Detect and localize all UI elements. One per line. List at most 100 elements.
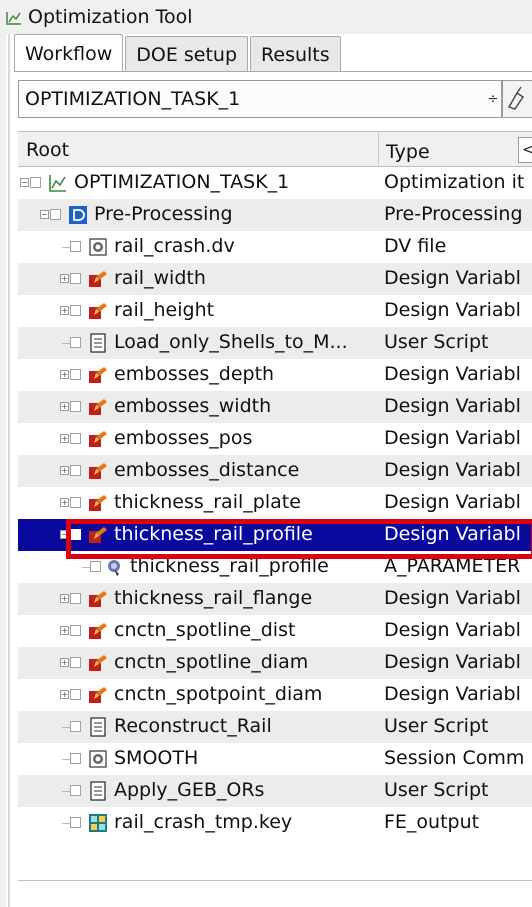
row-checkbox[interactable] bbox=[70, 433, 81, 444]
row-checkbox[interactable] bbox=[30, 177, 41, 188]
tree-item-name: cnctn_spotline_dist bbox=[114, 619, 296, 641]
tree-row[interactable]: + cnctn_spotline_dist Design Variabl bbox=[18, 615, 532, 647]
tree-row[interactable]: + embosses_distance Design Variabl bbox=[18, 455, 532, 487]
tree-guide-line bbox=[62, 823, 70, 824]
tree-row[interactable]: rail_crash.dv DV file bbox=[18, 231, 532, 263]
tree-item-type: Design Variabl bbox=[384, 619, 521, 641]
tree-item-type: Design Variabl bbox=[384, 427, 521, 449]
row-checkbox[interactable] bbox=[70, 785, 81, 796]
tree-row[interactable]: + thickness_rail_plate Design Variabl bbox=[18, 487, 532, 519]
tree-row[interactable]: + embosses_depth Design Variabl bbox=[18, 359, 532, 391]
column-header-type[interactable]: Type bbox=[386, 141, 430, 163]
expand-toggle-icon[interactable]: + bbox=[60, 274, 69, 283]
row-checkbox[interactable] bbox=[70, 497, 81, 508]
row-checkbox[interactable] bbox=[70, 305, 81, 316]
column-scroll-left-button[interactable]: < bbox=[518, 137, 532, 163]
design-variable-icon bbox=[88, 621, 108, 641]
tree-item-name: Apply_GEB_ORs bbox=[114, 779, 265, 801]
tree-item-type: Design Variabl bbox=[384, 459, 521, 481]
tree-row[interactable]: rail_crash_tmp.key FE_output bbox=[18, 807, 532, 839]
tree-guide-line bbox=[62, 247, 70, 248]
design-variable-icon bbox=[88, 301, 108, 321]
expand-toggle-icon[interactable]: + bbox=[60, 306, 69, 315]
expand-toggle-icon[interactable]: − bbox=[60, 530, 69, 539]
expand-toggle-icon[interactable]: + bbox=[60, 690, 69, 699]
tree-guide-line bbox=[62, 727, 70, 728]
parameter-icon bbox=[104, 557, 124, 577]
tab-workflow[interactable]: Workflow bbox=[14, 34, 124, 72]
tree-row[interactable]: Reconstruct_Rail User Script bbox=[18, 711, 532, 743]
tree-item-type: Design Variabl bbox=[384, 651, 521, 673]
task-select[interactable]: OPTIMIZATION_TASK_1 ÷ bbox=[18, 80, 502, 118]
expand-toggle-icon[interactable]: + bbox=[60, 658, 69, 667]
tree-row[interactable]: + embosses_width Design Variabl bbox=[18, 391, 532, 423]
tree-item-name: Load_only_Shells_to_M... bbox=[114, 331, 348, 353]
tree-row[interactable]: Load_only_Shells_to_M... User Script bbox=[18, 327, 532, 359]
column-header-root[interactable]: Root bbox=[26, 139, 69, 161]
tree-row[interactable]: + rail_height Design Variabl bbox=[18, 295, 532, 327]
tree-item-type: Design Variabl bbox=[384, 683, 521, 705]
row-checkbox[interactable] bbox=[70, 529, 81, 540]
tree-item-type: Design Variabl bbox=[384, 587, 521, 609]
expand-toggle-icon[interactable]: + bbox=[60, 594, 69, 603]
row-checkbox[interactable] bbox=[70, 241, 81, 252]
tree-header: Root Type < bbox=[18, 131, 532, 167]
tree-row[interactable]: − thickness_rail_profile Design Variabl bbox=[18, 519, 532, 551]
spinner-icon[interactable]: ÷ bbox=[485, 92, 501, 107]
tree-row[interactable]: + cnctn_spotpoint_diam Design Variabl bbox=[18, 679, 532, 711]
row-checkbox[interactable] bbox=[70, 625, 81, 636]
optimization-task-icon bbox=[48, 173, 68, 193]
tree-item-type: User Script bbox=[384, 715, 489, 737]
row-checkbox[interactable] bbox=[50, 209, 61, 220]
row-checkbox[interactable] bbox=[70, 369, 81, 380]
session-command-icon bbox=[88, 749, 108, 769]
tree-row[interactable]: + cnctn_spotline_diam Design Variabl bbox=[18, 647, 532, 679]
row-checkbox[interactable] bbox=[70, 657, 81, 668]
tree-item-name: cnctn_spotpoint_diam bbox=[114, 683, 323, 705]
tree-item-name: Reconstruct_Rail bbox=[114, 715, 272, 737]
expand-toggle-icon[interactable]: + bbox=[60, 370, 69, 379]
expand-toggle-icon[interactable]: + bbox=[60, 498, 69, 507]
preprocessing-icon bbox=[68, 205, 88, 225]
expand-toggle-icon[interactable]: + bbox=[60, 626, 69, 635]
tree-row[interactable]: + embosses_pos Design Variabl bbox=[18, 423, 532, 455]
row-checkbox[interactable] bbox=[70, 465, 81, 476]
row-checkbox[interactable] bbox=[90, 561, 101, 572]
tree-item-type: Design Variabl bbox=[384, 299, 521, 321]
left-splitter[interactable] bbox=[8, 34, 10, 907]
tree-row[interactable]: − OPTIMIZATION_TASK_1 Optimization it bbox=[18, 167, 532, 199]
design-variable-icon bbox=[88, 429, 108, 449]
row-checkbox[interactable] bbox=[70, 273, 81, 284]
row-checkbox[interactable] bbox=[70, 689, 81, 700]
row-checkbox[interactable] bbox=[70, 817, 81, 828]
expand-toggle-icon[interactable]: + bbox=[60, 466, 69, 475]
row-checkbox[interactable] bbox=[70, 337, 81, 348]
row-checkbox[interactable] bbox=[70, 593, 81, 604]
tree-guide-line bbox=[62, 343, 70, 344]
row-checkbox[interactable] bbox=[70, 721, 81, 732]
expand-toggle-icon[interactable]: + bbox=[60, 434, 69, 443]
tree-row[interactable]: + thickness_rail_flange Design Variabl bbox=[18, 583, 532, 615]
tree-row[interactable]: thickness_rail_profile A_PARAMETER bbox=[18, 551, 532, 583]
row-checkbox[interactable] bbox=[70, 401, 81, 412]
tree-guide-line bbox=[82, 567, 90, 568]
column-separator[interactable] bbox=[378, 132, 379, 166]
row-checkbox[interactable] bbox=[70, 753, 81, 764]
expand-toggle-icon[interactable]: − bbox=[20, 178, 29, 187]
design-variable-icon bbox=[88, 461, 108, 481]
tree-item-type: User Script bbox=[384, 779, 489, 801]
design-variable-icon bbox=[88, 493, 108, 513]
expand-toggle-icon[interactable]: − bbox=[40, 210, 49, 219]
tab-doe-setup[interactable]: DOE setup bbox=[125, 36, 249, 72]
tree-row[interactable]: + rail_width Design Variabl bbox=[18, 263, 532, 295]
expand-toggle-icon[interactable]: + bbox=[60, 402, 69, 411]
brush-icon bbox=[507, 86, 524, 110]
tree-row[interactable]: SMOOTH Session Comm bbox=[18, 743, 532, 775]
tree-row[interactable]: − Pre-Processing Pre-Processing bbox=[18, 199, 532, 231]
design-variable-icon bbox=[88, 269, 108, 289]
tree-row[interactable]: Apply_GEB_ORs User Script bbox=[18, 775, 532, 807]
brush-button[interactable] bbox=[502, 80, 532, 118]
tree-bottom-border bbox=[18, 880, 532, 881]
left-border bbox=[0, 34, 6, 907]
tab-results[interactable]: Results bbox=[250, 36, 341, 72]
